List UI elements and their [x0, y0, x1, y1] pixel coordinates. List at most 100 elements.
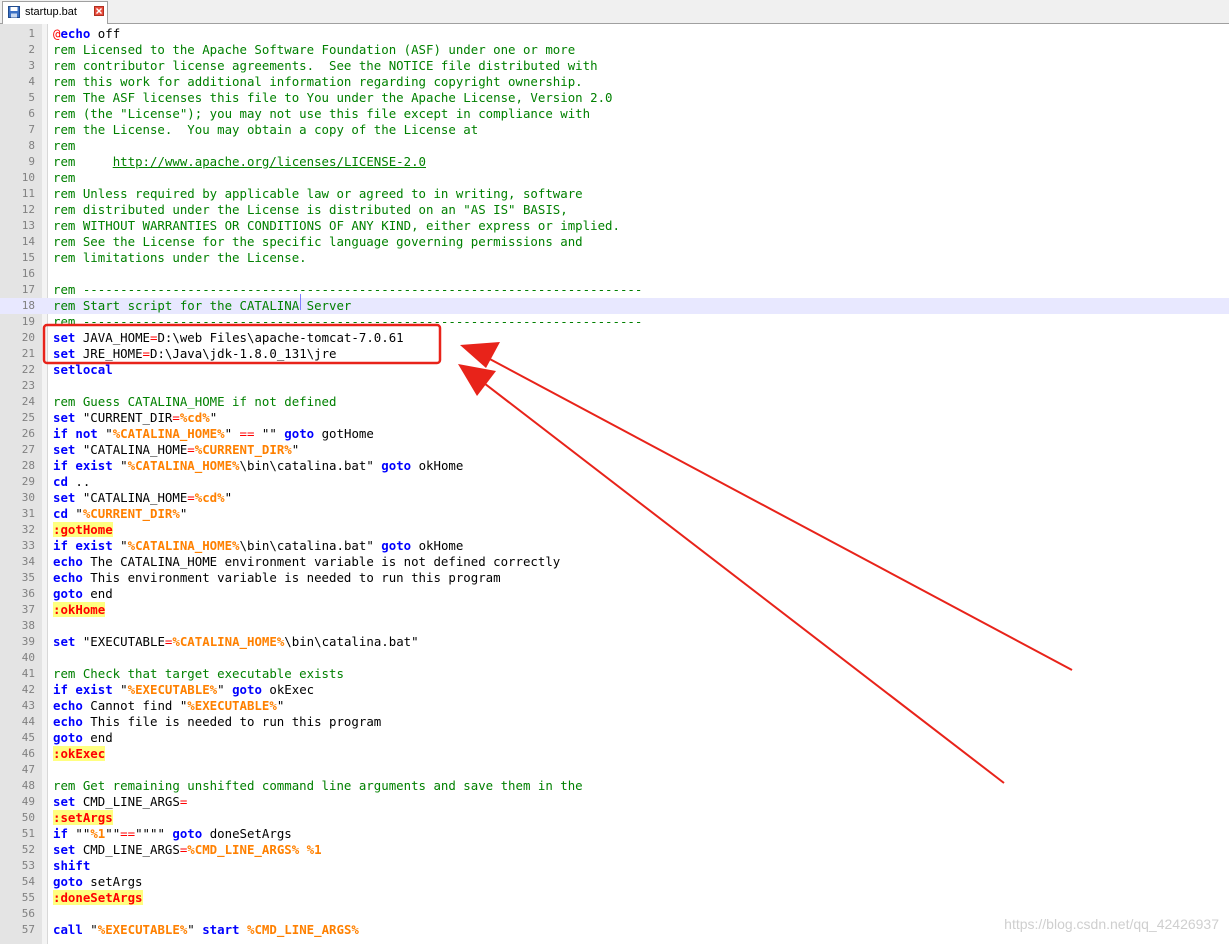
code-line[interactable]: 44 echo This file is needed to run this p… [0, 714, 1229, 730]
code-line[interactable]: 4 rem this work for additional informatio… [0, 74, 1229, 90]
code-line[interactable]: 28 if exist "%CATALINA_HOME%\bin\catalina… [0, 458, 1229, 474]
code-token: rem WITHOUT WARRANTIES OR CONDITIONS OF … [53, 218, 620, 233]
code-token: if [53, 826, 68, 841]
line-code: :doneSetArgs [53, 890, 143, 906]
code-token: JRE_HOME [75, 346, 143, 361]
code-token: rem See the License for the specific lan… [53, 234, 583, 249]
code-line[interactable]: 46:okExec [0, 746, 1229, 762]
license-link[interactable]: http://www.apache.org/licenses/LICENSE-2… [113, 154, 426, 169]
line-number: 52 [21, 843, 35, 856]
line-number: 7 [28, 123, 35, 136]
code-token: %1 [306, 842, 322, 857]
code-line[interactable]: 55:doneSetArgs [0, 890, 1229, 906]
code-token: """" [135, 826, 173, 841]
code-line[interactable]: 31 cd "%CURRENT_DIR%" [0, 506, 1229, 522]
code-line[interactable]: 45 goto end [0, 730, 1229, 746]
code-line[interactable]: 23 [0, 378, 1229, 394]
code-line[interactable]: 37:okHome [0, 602, 1229, 618]
code-line[interactable]: 16 [0, 266, 1229, 282]
code-line[interactable]: 6 rem (the "License"); you may not use th… [0, 106, 1229, 122]
code-line[interactable]: 1 @echo off [0, 26, 1229, 42]
code-line[interactable]: 15 rem limitations under the License. [0, 250, 1229, 266]
close-icon[interactable] [94, 6, 104, 16]
code-line[interactable]: 17 rem ----------------------------------… [0, 282, 1229, 298]
code-editor[interactable]: 1 @echo off 2 rem Licensed to the Apache So… [0, 24, 1229, 944]
code-token: "" [254, 426, 285, 441]
code-line[interactable]: 33 if exist "%CATALINA_HOME%\bin\catalina… [0, 538, 1229, 554]
code-token: if [53, 426, 68, 441]
code-token: echo [60, 26, 91, 41]
code-line[interactable]: 39 set "EXECUTABLE=%CATALINA_HOME%\bin\ca… [0, 634, 1229, 650]
code-line[interactable]: 3 rem contributor license agreements. See… [0, 58, 1229, 74]
code-line[interactable]: 30 set "CATALINA_HOME=%cd%" [0, 490, 1229, 506]
line-number: 10 [21, 171, 35, 184]
code-line[interactable]: 24 rem Guess CATALINA_HOME if not defined [0, 394, 1229, 410]
code-line[interactable]: 40 [0, 650, 1229, 666]
code-token: goto [284, 426, 315, 441]
code-token: \bin\catalina.bat" [239, 458, 382, 473]
code-token: goto [53, 730, 83, 745]
code-line[interactable]: 51 if ""%1""=="""" goto doneSetArgs [0, 826, 1229, 842]
tab-startup-bat[interactable]: startup.bat [2, 1, 108, 24]
code-token: " [112, 538, 128, 553]
line-number: 34 [21, 555, 35, 568]
code-line[interactable]: 49 set CMD_LINE_ARGS= [0, 794, 1229, 810]
code-line[interactable]: 13 rem WITHOUT WARRANTIES OR CONDITIONS O… [0, 218, 1229, 234]
code-line[interactable]: 32:gotHome [0, 522, 1229, 538]
code-token: == [239, 426, 255, 441]
code-line[interactable]: 41 rem Check that target executable exist… [0, 666, 1229, 682]
code-token: "CATALINA_HOME [75, 442, 188, 457]
code-token: set [53, 490, 76, 505]
code-token: if [53, 682, 68, 697]
code-token: "CURRENT_DIR [75, 410, 173, 425]
line-code: cd .. [53, 474, 90, 490]
code-line[interactable]: 35 echo This environment variable is need… [0, 570, 1229, 586]
code-token: cd [53, 474, 68, 489]
line-number: 48 [21, 779, 35, 792]
code-line[interactable]: 25 set "CURRENT_DIR=%cd%" [0, 410, 1229, 426]
code-token: rem contributor license agreements. See … [53, 58, 598, 73]
code-line[interactable]: 11 rem Unless required by applicable law … [0, 186, 1229, 202]
code-line[interactable]: 2 rem Licensed to the Apache Software Fou… [0, 42, 1229, 58]
line-number: 57 [21, 923, 35, 936]
code-line[interactable]: 10 rem [0, 170, 1229, 186]
line-number: 40 [21, 651, 35, 664]
line-code: set CMD_LINE_ARGS= [53, 794, 187, 810]
code-token: set [53, 346, 76, 361]
code-line[interactable]: 22 setlocal [0, 362, 1229, 378]
code-line[interactable]: 52 set CMD_LINE_ARGS=%CMD_LINE_ARGS% %1 [0, 842, 1229, 858]
line-code: :gotHome [53, 522, 113, 538]
code-line[interactable]: 54 goto setArgs [0, 874, 1229, 890]
code-line[interactable]: 36 goto end [0, 586, 1229, 602]
code-token: :okHome [53, 602, 106, 617]
code-token: " [67, 506, 83, 521]
code-line[interactable]: 9 rem http://www.apache.org/licenses/LICE… [0, 154, 1229, 170]
line-code: cd "%CURRENT_DIR%" [53, 506, 187, 522]
code-line[interactable]: 14 rem See the License for the specific l… [0, 234, 1229, 250]
code-line[interactable]: 18 rem Start script for the CATALINA Serv… [0, 298, 1229, 314]
code-line[interactable]: 29 cd .. [0, 474, 1229, 490]
code-token: "" [105, 826, 121, 841]
code-line[interactable]: 48 rem Get remaining unshifted command li… [0, 778, 1229, 794]
code-line[interactable]: 5 rem The ASF licenses this file to You u… [0, 90, 1229, 106]
code-line[interactable]: 27 set "CATALINA_HOME=%CURRENT_DIR%" [0, 442, 1229, 458]
line-code: goto setArgs [53, 874, 143, 890]
code-line[interactable]: 47 [0, 762, 1229, 778]
code-line[interactable]: 26 if not "%CATALINA_HOME%" == "" goto go… [0, 426, 1229, 442]
code-line[interactable]: 43 echo Cannot find "%EXECUTABLE%" [0, 698, 1229, 714]
code-line[interactable]: 34 echo The CATALINA_HOME environment var… [0, 554, 1229, 570]
code-line[interactable]: 7 rem the License. You may obtain a copy … [0, 122, 1229, 138]
code-line[interactable]: 20 set JAVA_HOME=D:\web Files\apache-tomc… [0, 330, 1229, 346]
code-line[interactable]: 42 if exist "%EXECUTABLE%" goto okExec [0, 682, 1229, 698]
code-token: rem Licensed to the Apache Software Foun… [53, 42, 576, 57]
code-line[interactable]: 21 set JRE_HOME=D:\Java\jdk-1.8.0_131\jre [0, 346, 1229, 362]
code-token: rem Start script for the CATALINA Server [53, 298, 352, 313]
code-line[interactable]: 38 [0, 618, 1229, 634]
line-number: 45 [21, 731, 35, 744]
code-line[interactable]: 53 shift [0, 858, 1229, 874]
code-line[interactable]: 12 rem distributed under the License is d… [0, 202, 1229, 218]
code-line[interactable]: 19 rem ----------------------------------… [0, 314, 1229, 330]
code-line[interactable]: 8 rem [0, 138, 1229, 154]
code-token: shift [53, 858, 91, 873]
code-line[interactable]: 50:setArgs [0, 810, 1229, 826]
